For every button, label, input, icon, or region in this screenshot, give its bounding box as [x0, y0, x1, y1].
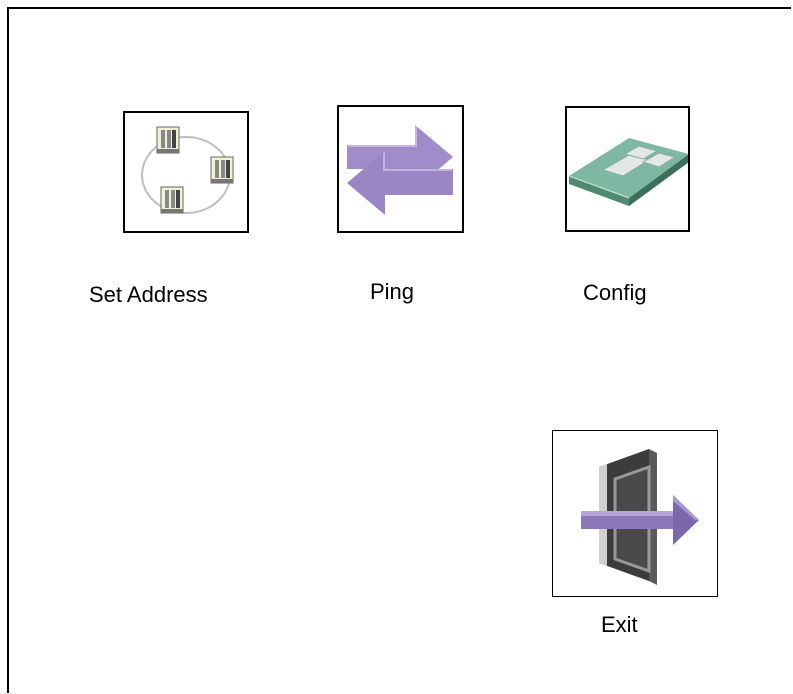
exit-door-icon — [581, 449, 699, 585]
set-address-button[interactable] — [123, 111, 249, 233]
exit-button[interactable] — [552, 430, 718, 597]
circuit-board-icon — [568, 138, 688, 206]
exit-label[interactable]: Exit — [601, 612, 638, 638]
ping-label[interactable]: Ping — [370, 279, 414, 305]
ping-button[interactable] — [337, 105, 464, 233]
set-address-label[interactable]: Set Address — [89, 282, 208, 308]
two-way-arrows-icon — [347, 125, 453, 215]
config-button[interactable] — [565, 106, 690, 232]
network-nodes-icon — [141, 126, 234, 214]
config-label[interactable]: Config — [583, 280, 647, 306]
